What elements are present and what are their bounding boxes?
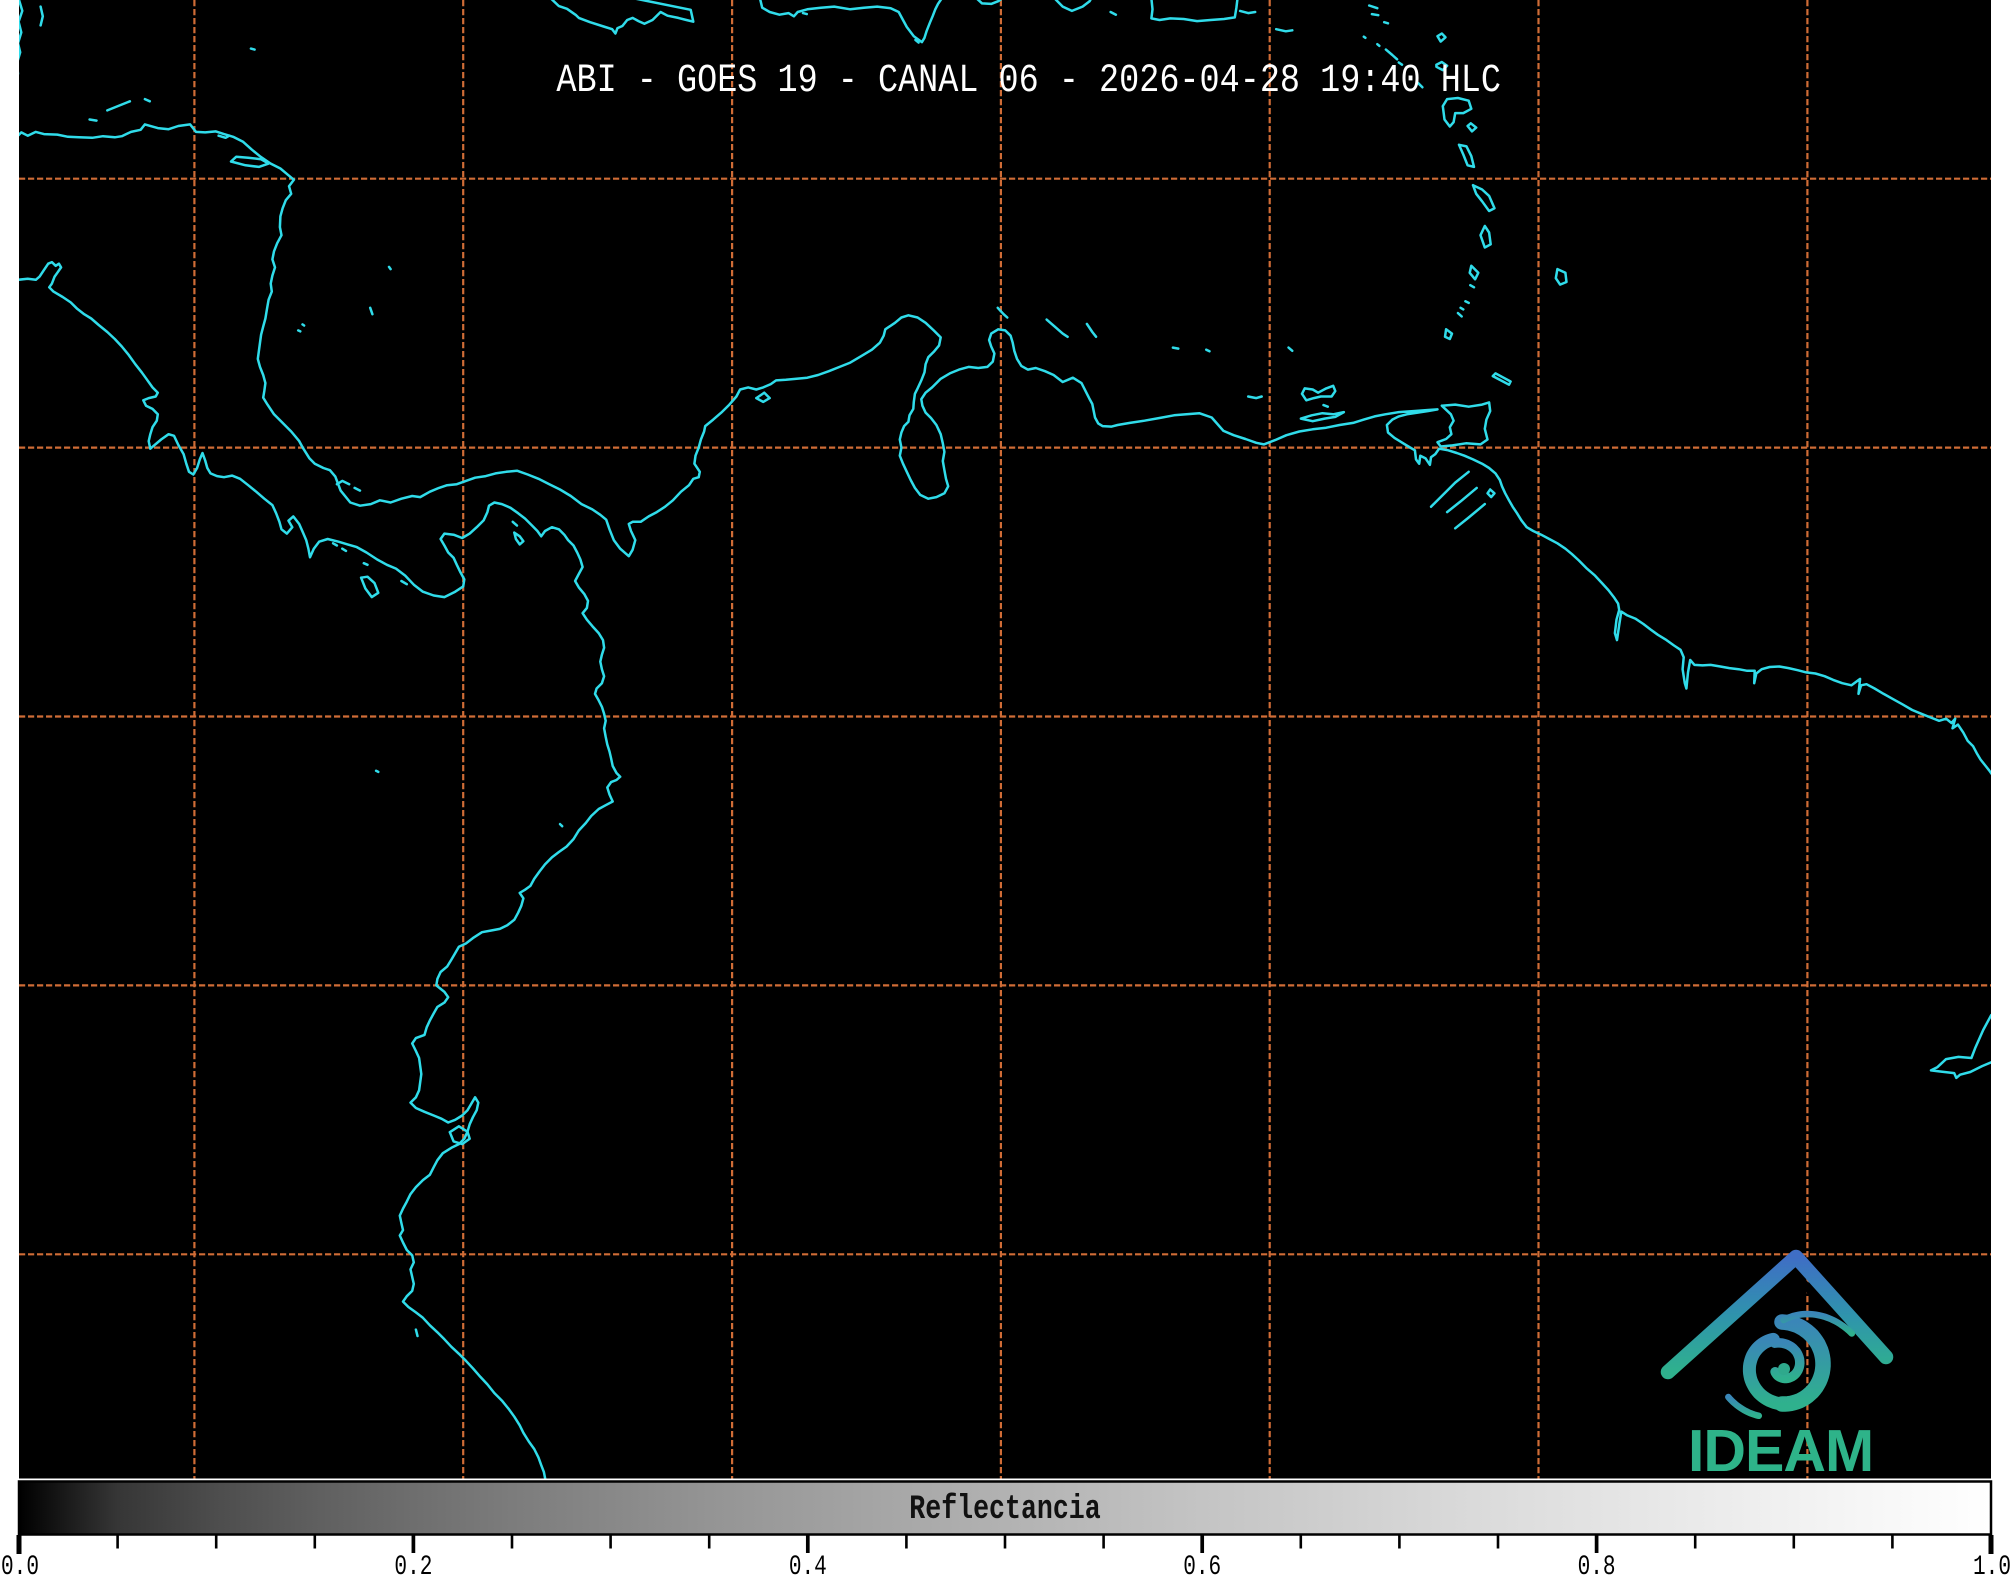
svg-text:0.0: 0.0 <box>1 1551 39 1577</box>
svg-text:0.4: 0.4 <box>789 1551 827 1577</box>
svg-text:ABI - GOES 19 - CANAL 06 - 202: ABI - GOES 19 - CANAL 06 - 2026-04-28 19… <box>556 59 1501 104</box>
svg-text:IDEAM: IDEAM <box>1688 1418 1873 1484</box>
svg-text:0.8: 0.8 <box>1578 1551 1616 1577</box>
svg-text:0.2: 0.2 <box>394 1551 432 1577</box>
svg-text:1.0: 1.0 <box>1973 1551 2011 1577</box>
svg-text:0.6: 0.6 <box>1183 1551 1221 1577</box>
svg-text:Reflectancia: Reflectancia <box>909 1490 1100 1529</box>
